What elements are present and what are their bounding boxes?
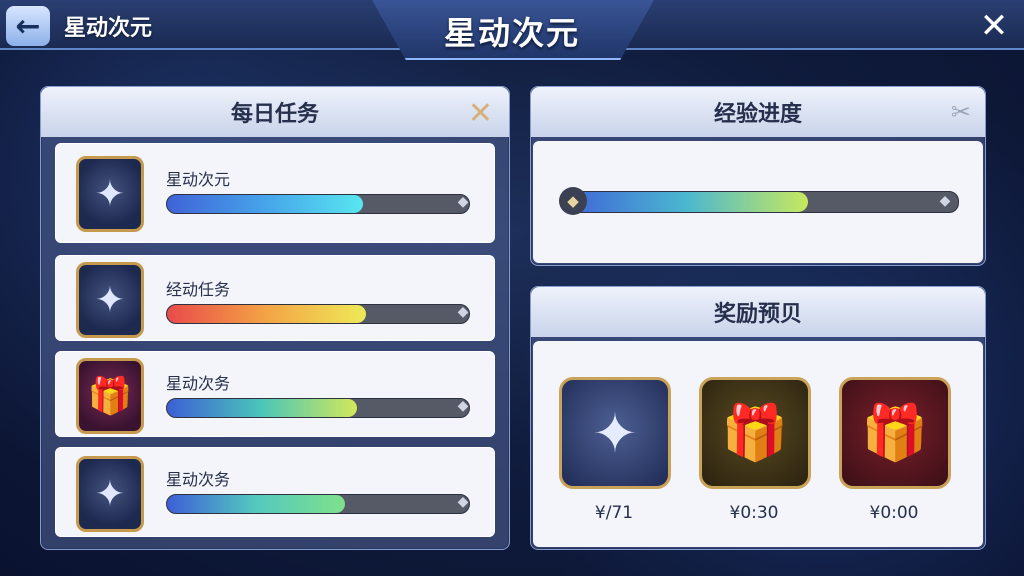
reward-item[interactable]: 🎁 ¥0:30 <box>699 377 811 523</box>
star-crest-icon: ✦ <box>76 456 144 532</box>
rewards-title: 奖励预贝 <box>713 302 802 327</box>
tools-icon[interactable]: ✂ <box>951 98 971 126</box>
experience-panel: 经验进度 ✂ ◆ ◆ <box>530 86 986 266</box>
reward-price: ¥/71 <box>594 503 634 523</box>
daily-tasks-header: 每日任务 ✕ <box>41 87 509 137</box>
red-gift-icon: 🎁 <box>839 377 951 489</box>
close-icon[interactable]: ✕ <box>468 96 493 131</box>
star-crest-icon: ✦ <box>76 262 144 338</box>
close-button[interactable]: ✕ <box>976 6 1012 46</box>
task-progress-fill <box>167 495 346 513</box>
diamond-icon: ◆ <box>457 194 469 210</box>
reward-price: ¥0:00 <box>869 503 919 523</box>
rewards-header: 奖励预贝 <box>531 287 985 337</box>
task-progress-fill <box>167 195 364 213</box>
task-card[interactable]: ✦ 星动次务 ◆ <box>55 447 495 537</box>
task-label: 星动次务 <box>166 470 231 489</box>
reward-price: ¥0:30 <box>729 503 779 523</box>
gold-gift-icon: 🎁 <box>699 377 811 489</box>
rewards-panel: 奖励预贝 ✦ ¥/71 🎁 ¥0:30 🎁 ¥0:00 <box>530 286 986 550</box>
task-card[interactable]: ✦ 经动任务 ◆ <box>55 255 495 341</box>
task-progress-bar <box>166 398 470 418</box>
task-progress-fill <box>167 305 367 323</box>
task-progress-bar <box>166 494 470 514</box>
rewards-body: ✦ ¥/71 🎁 ¥0:30 🎁 ¥0:00 <box>533 341 983 547</box>
star-crest-icon: ✦ <box>76 156 144 232</box>
experience-progress-fill <box>564 192 809 212</box>
diamond-icon: ◆ <box>457 494 469 510</box>
end-diamond-icon: ◆ <box>939 193 951 209</box>
task-label: 星动次务 <box>166 374 231 393</box>
star-crest-icon: ✦ <box>559 377 671 489</box>
experience-title: 经验进度 <box>713 102 802 127</box>
task-label: 星动次元 <box>166 170 231 189</box>
close-icon: ✕ <box>979 6 1009 46</box>
gift-crest-icon: 🎁 <box>76 358 144 434</box>
reward-item[interactable]: 🎁 ¥0:00 <box>839 377 951 523</box>
experience-body: ◆ ◆ <box>533 141 983 263</box>
top-bar: ← 星动次元 星动次元 ✕ <box>0 0 1024 60</box>
start-diamond-icon: ◆ <box>559 187 587 215</box>
task-progress-bar <box>166 194 470 214</box>
daily-tasks-panel: 每日任务 ✕ ✦ 星动次元 ◆ ✦ 经动任务 ◆ 🎁 星动次务 ◆ ✦ 星动次务… <box>40 86 510 550</box>
task-progress-fill <box>167 399 358 417</box>
task-progress-bar <box>166 304 470 324</box>
task-card[interactable]: 🎁 星动次务 ◆ <box>55 351 495 437</box>
task-label: 经动任务 <box>166 280 231 299</box>
page-title: 星动次元 <box>443 14 580 52</box>
diamond-icon: ◆ <box>457 398 469 414</box>
task-card[interactable]: ✦ 星动次元 ◆ <box>55 143 495 243</box>
experience-progress-bar <box>563 191 959 213</box>
reward-item[interactable]: ✦ ¥/71 <box>559 377 671 523</box>
experience-header: 经验进度 ✂ <box>531 87 985 137</box>
diamond-icon: ◆ <box>457 304 469 320</box>
daily-tasks-title: 每日任务 <box>230 102 319 127</box>
